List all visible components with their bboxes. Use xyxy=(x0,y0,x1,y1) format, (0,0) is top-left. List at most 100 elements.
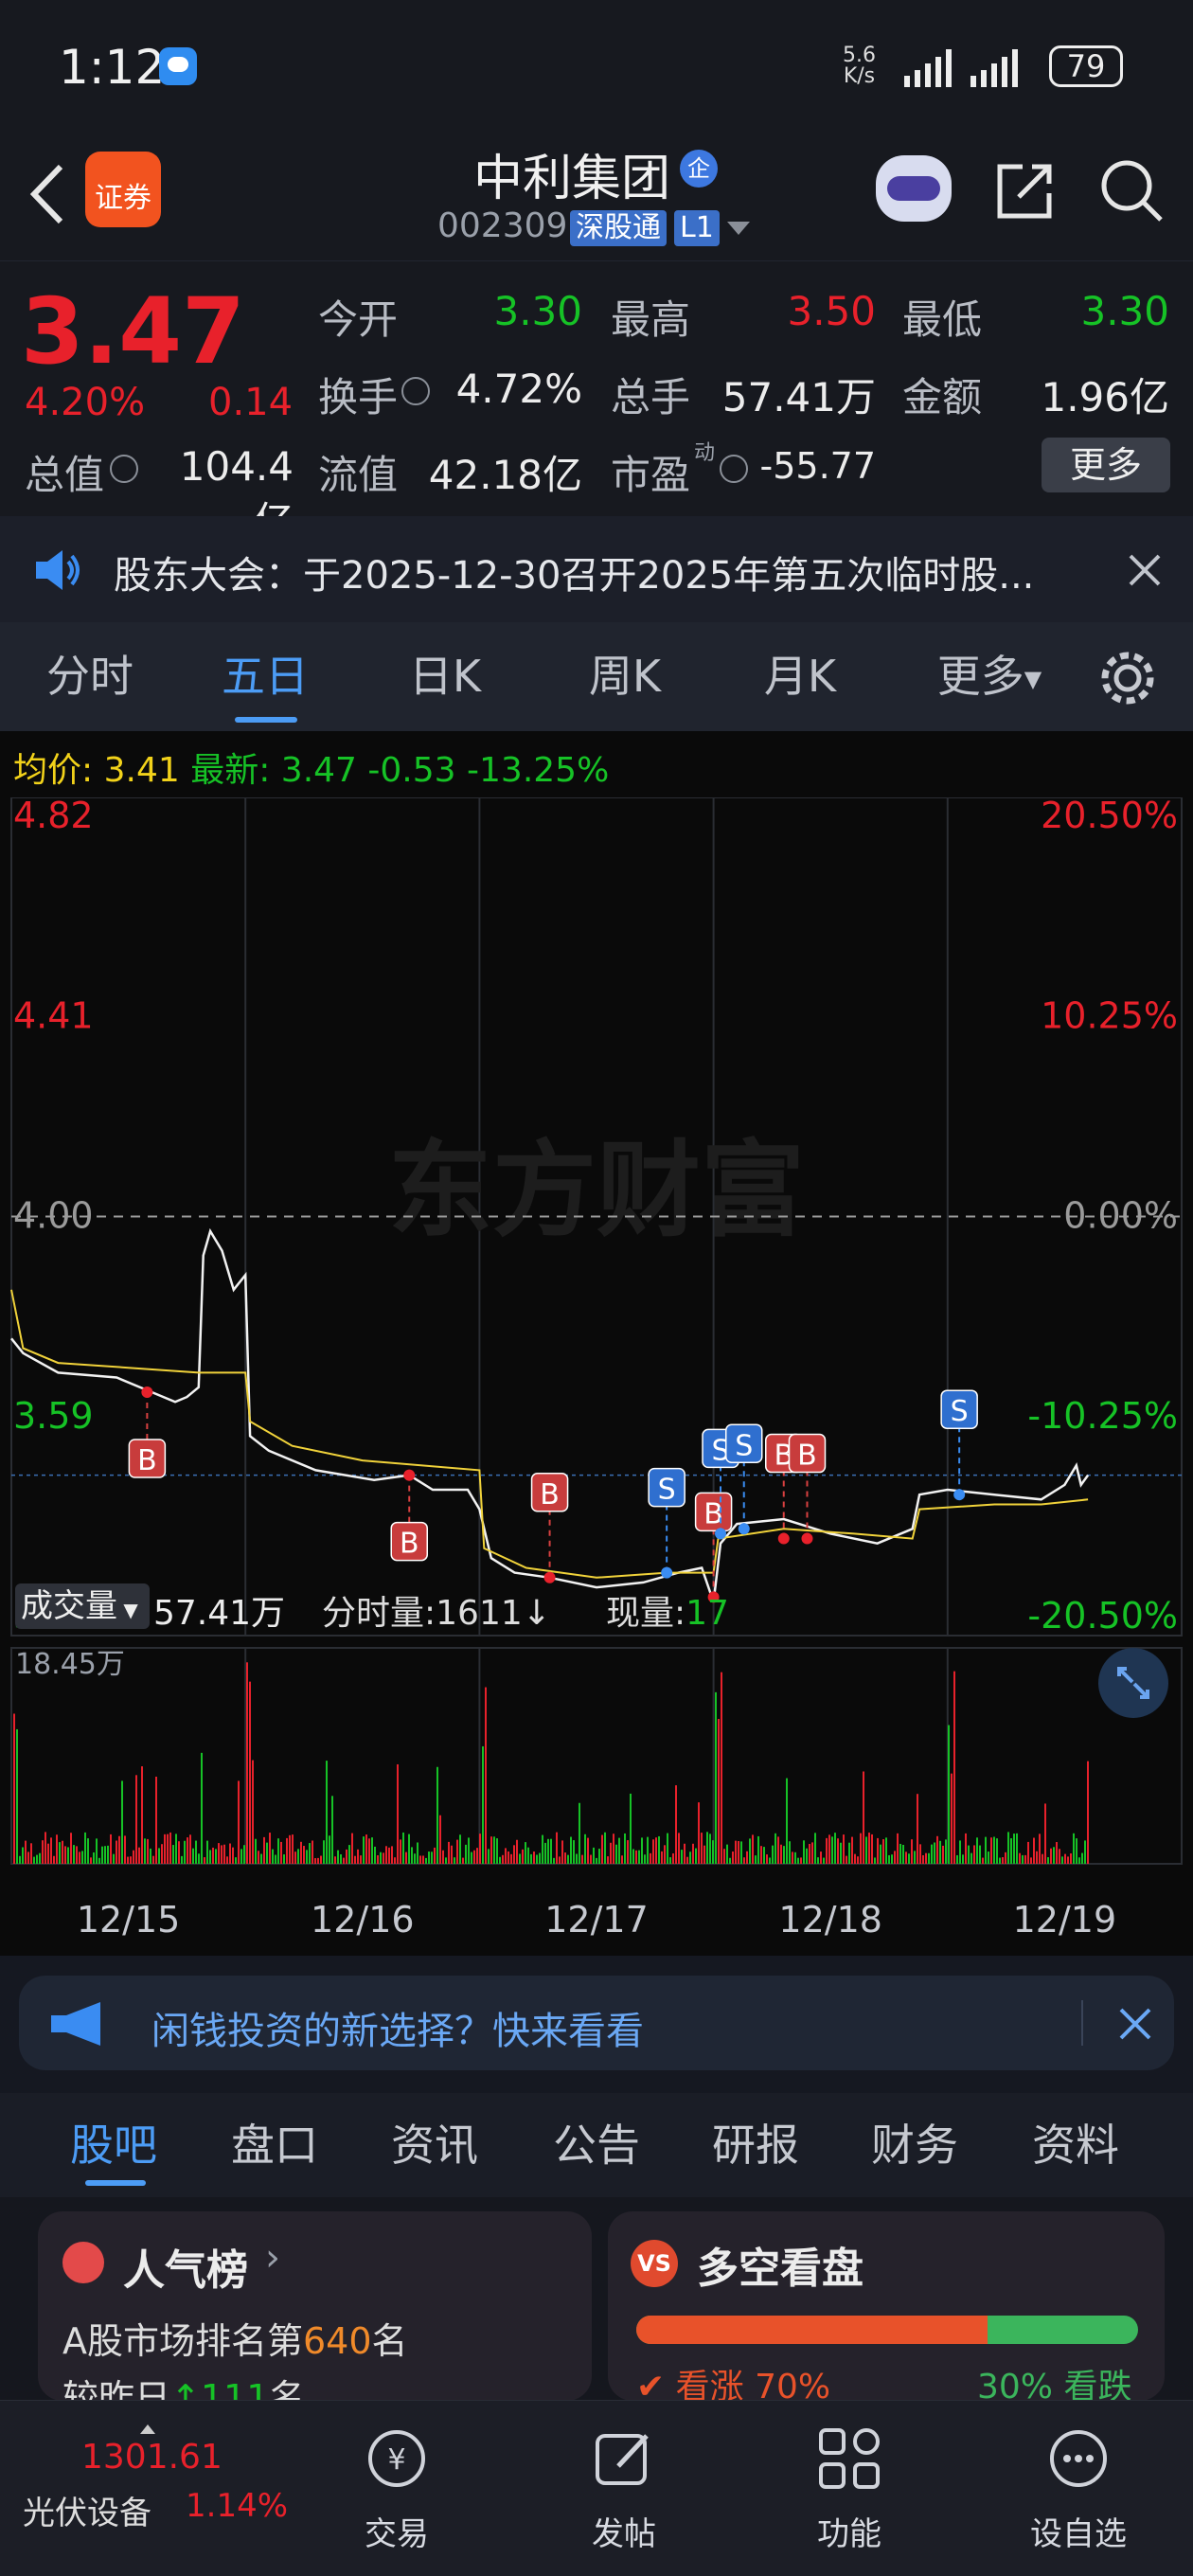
volume-bar xyxy=(377,1855,379,1864)
dropdown-icon[interactable] xyxy=(727,222,750,235)
volume-bar xyxy=(604,1832,606,1864)
volume-bar xyxy=(814,1833,816,1864)
info-icon[interactable] xyxy=(110,455,138,483)
nav-add-watchlist[interactable]: 设自选 xyxy=(998,2424,1159,2554)
nav-functions[interactable]: 功能 xyxy=(769,2424,930,2554)
volume-value: 57.41万 xyxy=(721,374,876,420)
volume-bar xyxy=(240,1849,242,1864)
active-tab-indicator xyxy=(235,717,297,723)
volume-bar xyxy=(50,1837,52,1864)
turnover-info-icon[interactable] xyxy=(401,377,430,405)
message-icon xyxy=(159,47,197,85)
nav-trade[interactable]: ¥ 交易 xyxy=(316,2424,477,2554)
trade-label: B xyxy=(400,1528,419,1561)
subtab-pankou[interactable]: 盘口 xyxy=(231,2093,318,2197)
volume-bar xyxy=(1019,1852,1021,1864)
subtab-finance[interactable]: 财务 xyxy=(871,2093,958,2197)
close-icon[interactable] xyxy=(1127,552,1163,588)
y-left-tick: 4.41 xyxy=(13,994,94,1036)
notice-bar[interactable]: 股东大会：于2025-12-30召开2025年第五次临时股... xyxy=(0,516,1193,622)
net-speed-unit: K/s xyxy=(843,64,876,88)
volume-bar xyxy=(417,1842,418,1864)
volume-bar xyxy=(130,1856,132,1864)
volume-bar xyxy=(959,1840,961,1864)
subtab-profile[interactable]: 资料 xyxy=(1032,2093,1119,2197)
subtab-news[interactable]: 资讯 xyxy=(391,2093,478,2197)
signal-icon xyxy=(904,49,1018,87)
volume-bar xyxy=(743,1857,745,1864)
x-axis-label: 12/16 xyxy=(311,1899,415,1941)
popularity-card[interactable]: 人气榜 › A股市场排名第640名 较昨日↑111名 xyxy=(38,2211,592,2401)
volume-bar xyxy=(962,1854,964,1864)
subtab-research[interactable]: 研报 xyxy=(712,2093,799,2197)
volume-bar xyxy=(499,1856,501,1864)
price-chart[interactable]: 东方财富 4.82 20.50% 4.41 10.25% 4.00 0.00% 3.59 -10… xyxy=(0,797,1193,1650)
settings-icon[interactable] xyxy=(1098,649,1157,707)
securities-badge[interactable]: 证券 xyxy=(85,152,161,227)
tab-five-day[interactable]: 五日 xyxy=(194,622,336,731)
volume-bar xyxy=(888,1854,890,1864)
volume-bar xyxy=(1067,1856,1069,1864)
volume-bar xyxy=(1016,1833,1018,1864)
volume-bar xyxy=(167,1834,169,1864)
volume-bar xyxy=(510,1853,512,1864)
turnover-label: 换手 xyxy=(318,374,399,420)
info-tabs: 股吧 盘口 资讯 公告 研报 财务 资料 xyxy=(0,2093,1193,2197)
volume-bar xyxy=(62,1840,63,1864)
index-value: 1301.61 xyxy=(81,2438,223,2477)
volume-bar xyxy=(755,1855,757,1864)
search-icon[interactable] xyxy=(1098,157,1165,224)
volume-bar xyxy=(669,1857,671,1864)
tab-more[interactable]: 更多▼ xyxy=(918,622,1060,731)
tab-daily-k[interactable]: 日K xyxy=(374,622,516,731)
volume-bar xyxy=(561,1840,563,1864)
more-button[interactable]: 更多 xyxy=(1042,438,1170,492)
pe-info-icon[interactable] xyxy=(720,455,748,483)
banner-close-icon[interactable] xyxy=(1117,2006,1153,2042)
bull-label: 看涨 xyxy=(675,2368,744,2401)
current-volume: 现量:17 xyxy=(606,1585,729,1635)
volume-bar xyxy=(101,1846,103,1864)
volume-bar xyxy=(1013,1834,1015,1864)
volume-total: 57.41万 xyxy=(153,1594,286,1633)
back-icon[interactable] xyxy=(27,161,68,227)
expand-icon[interactable] xyxy=(1098,1648,1168,1718)
tab-intraday[interactable]: 分时 xyxy=(19,622,161,731)
edit-icon xyxy=(596,2434,649,2485)
volume-bar xyxy=(181,1855,183,1864)
sector-index[interactable]: 1301.61 光伏设备 1.14% xyxy=(9,2424,288,2557)
bull-bar-fill xyxy=(636,2316,988,2344)
tab-weekly-k[interactable]: 周K xyxy=(554,622,696,731)
bull-bear-card[interactable]: VS 多空看盘 ✔ 看涨 70% 30% 看跌 xyxy=(608,2211,1165,2401)
volume-bar xyxy=(970,1852,972,1864)
volume-bar xyxy=(96,1838,98,1864)
badge-label: 证券 xyxy=(95,182,151,215)
banner-text: 闲钱投资的新选择？快来看看 xyxy=(151,2010,644,2053)
robot-icon[interactable] xyxy=(876,155,952,222)
volume-bar xyxy=(402,1832,404,1864)
volume-bar xyxy=(627,1840,629,1864)
volume-selector[interactable]: 成交量 ▼ xyxy=(15,1583,150,1629)
volume-bar xyxy=(729,1857,731,1864)
volume-bar xyxy=(976,1837,978,1864)
bull-bear-title: 多空看盘 xyxy=(697,2245,864,2293)
share-icon[interactable] xyxy=(994,159,1057,222)
trade-dot xyxy=(801,1532,813,1545)
volume-bar xyxy=(871,1834,873,1864)
promo-banner[interactable]: 闲钱投资的新选择？快来看看 xyxy=(19,1976,1174,2070)
subtab-announce[interactable]: 公告 xyxy=(553,2093,640,2197)
nav-post[interactable]: 发帖 xyxy=(543,2424,704,2554)
volume-bar xyxy=(1059,1849,1060,1864)
volume-bar xyxy=(93,1852,95,1864)
volume-bar xyxy=(1044,1803,1046,1864)
volume-bar xyxy=(64,1846,66,1864)
volume-bar xyxy=(320,1855,322,1864)
volume-bar xyxy=(198,1853,200,1864)
avg-label: 均价: xyxy=(13,751,94,790)
volume-bar xyxy=(553,1857,555,1864)
volume-bar xyxy=(1042,1853,1043,1864)
volume-bar xyxy=(118,1835,120,1864)
volume-bar xyxy=(363,1836,365,1864)
volume-bar xyxy=(243,1845,245,1864)
tab-monthly-k[interactable]: 月K xyxy=(729,622,871,731)
